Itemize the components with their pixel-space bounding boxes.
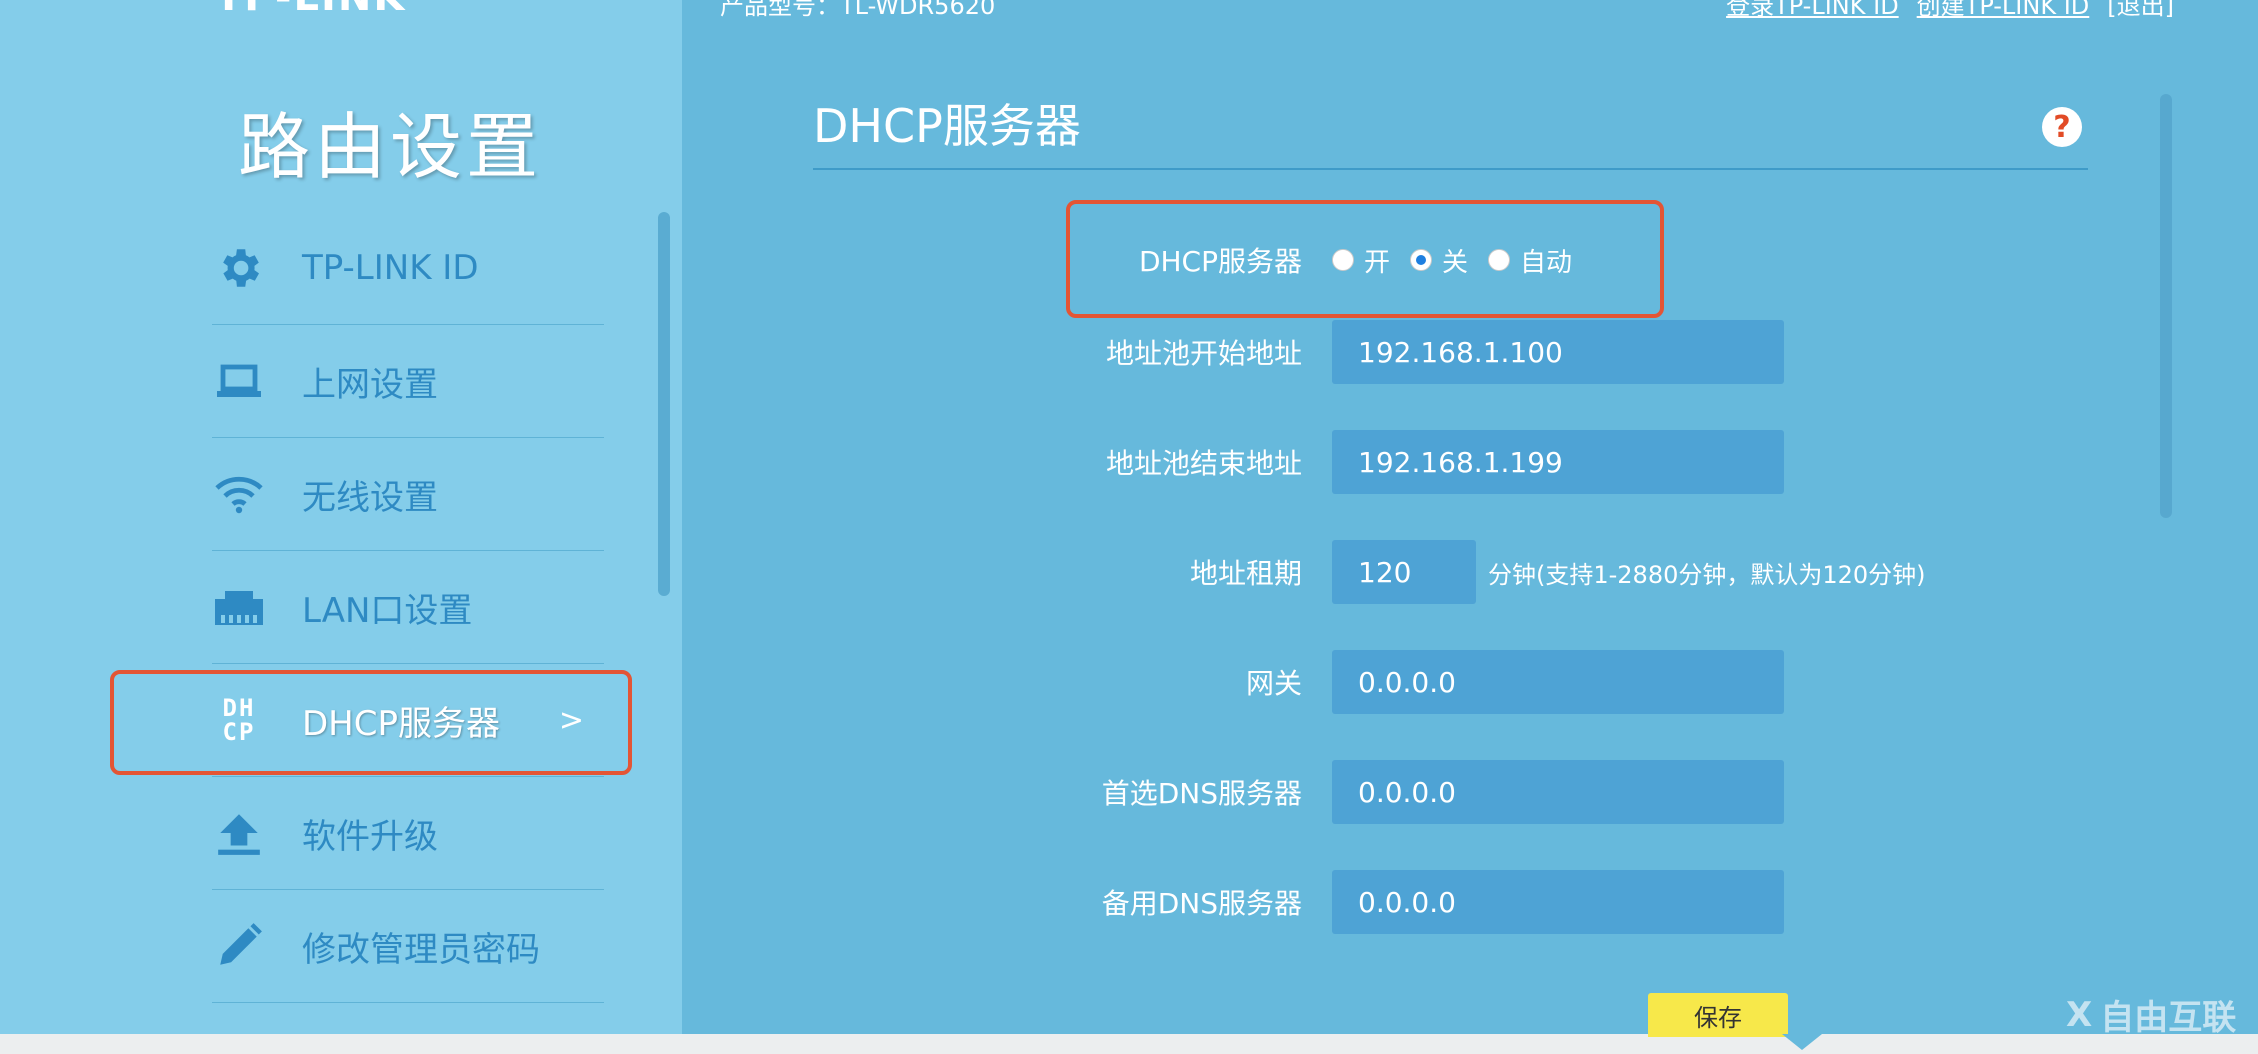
sidebar-title: 路由设置 — [237, 105, 542, 189]
help-icon[interactable]: ? — [2042, 107, 2082, 147]
dns-primary-label: 首选DNS服务器 — [1101, 777, 1302, 810]
save-pointer — [1782, 1034, 1822, 1050]
watermark: X 自由互联 — [2066, 990, 2236, 1039]
dns-primary-input[interactable]: 0.0.0.0 — [1332, 760, 1784, 824]
lease-label: 地址租期 — [1189, 557, 1302, 590]
dns-secondary-row: 备用DNS服务器 0.0.0.0 — [1000, 870, 2200, 934]
sidebar-item-upgrade[interactable]: 软件升级 — [212, 777, 604, 890]
sidebar-scrollbar[interactable] — [658, 212, 670, 596]
account-links: 登录TP-LINK ID 创建TP-LINK ID [退出] — [1726, 0, 2174, 21]
title-divider — [813, 168, 2088, 170]
pool-start-input[interactable]: 192.168.1.100 — [1332, 320, 1784, 384]
sidebar-item-internet[interactable]: 上网设置 — [212, 325, 604, 438]
dns-secondary-input[interactable]: 0.0.0.0 — [1332, 870, 1784, 934]
pool-end-row: 地址池结束地址 192.168.1.199 — [1000, 430, 2200, 494]
lease-row: 地址租期 120 分钟(支持1-2880分钟，默认为120分钟) — [1000, 540, 2200, 604]
sidebar-item-label: TP-LINK ID — [302, 248, 479, 288]
pool-end-input[interactable]: 192.168.1.199 — [1332, 430, 1784, 494]
highlight-box-nav — [110, 670, 632, 775]
pool-start-row: 地址池开始地址 192.168.1.100 — [1000, 320, 2200, 384]
dns-primary-row: 首选DNS服务器 0.0.0.0 — [1000, 760, 2200, 824]
logout-link[interactable]: [退出] — [2107, 0, 2174, 21]
footer-strip — [0, 1034, 2258, 1054]
sidebar-item-wireless[interactable]: 无线设置 — [212, 438, 604, 551]
brand-logo: TP-LINK — [215, 0, 406, 20]
pencil-icon — [212, 919, 266, 973]
sidebar-item-admin-password[interactable]: 修改管理员密码 — [212, 890, 604, 1003]
sidebar-item-tplink-id[interactable]: TP-LINK ID — [212, 212, 604, 325]
model-label: 产品型号：TL-WDR5620 — [720, 0, 996, 20]
gateway-row: 网关 0.0.0.0 — [1000, 650, 2200, 714]
gear-icon — [212, 241, 266, 295]
create-tplink-id-link[interactable]: 创建TP-LINK ID — [1917, 0, 2090, 21]
dns-secondary-label: 备用DNS服务器 — [1101, 887, 1302, 920]
lease-hint: 分钟(支持1-2880分钟，默认为120分钟) — [1488, 560, 1926, 589]
sidebar-item-lan[interactable]: LAN口设置 — [212, 551, 604, 664]
lease-input[interactable]: 120 — [1332, 540, 1476, 604]
gateway-label: 网关 — [1245, 667, 1302, 700]
sidebar-item-label: 软件升级 — [302, 816, 438, 857]
sidebar-nav: TP-LINK ID 上网设置 无线设置 LAN口设置 DH CP DHCP服务器… — [212, 212, 604, 1003]
lan-port-icon — [212, 580, 266, 634]
watermark-mark: X — [2066, 994, 2093, 1035]
save-button[interactable]: 保存 — [1648, 993, 1788, 1037]
login-tplink-id-link[interactable]: 登录TP-LINK ID — [1726, 0, 1899, 21]
page-title: DHCP服务器 — [813, 99, 1081, 153]
watermark-text: 自由互联 — [2100, 998, 2237, 1038]
pool-start-label: 地址池开始地址 — [1105, 337, 1302, 370]
sidebar-item-label: 上网设置 — [302, 364, 438, 405]
sidebar-item-label: 无线设置 — [302, 477, 438, 518]
sidebar-item-label: LAN口设置 — [302, 590, 473, 631]
pool-end-label: 地址池结束地址 — [1105, 447, 1302, 480]
wifi-icon — [212, 467, 266, 521]
sidebar-item-label: 修改管理员密码 — [302, 929, 540, 970]
laptop-icon — [212, 354, 266, 408]
gateway-input[interactable]: 0.0.0.0 — [1332, 650, 1784, 714]
upload-icon — [212, 806, 266, 860]
highlight-box-dhcp — [1066, 200, 1664, 318]
